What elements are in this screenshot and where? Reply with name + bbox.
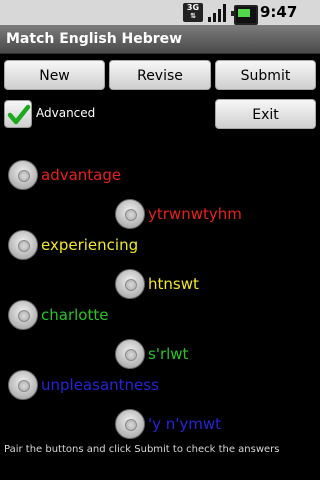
radio-label: htnswt: [148, 275, 199, 293]
radio-button[interactable]: [115, 409, 145, 439]
signal-strength-icon: [207, 3, 227, 22]
radio-button[interactable]: [115, 199, 145, 229]
status-bar: 3G ⇅ 9:47 AM: [0, 0, 320, 46]
network-3g-icon: 3G ⇅: [183, 3, 203, 22]
radio-button[interactable]: [8, 300, 38, 330]
submit-button[interactable]: Submit: [215, 60, 316, 90]
new-button[interactable]: New: [4, 60, 105, 90]
radio-button[interactable]: [8, 160, 38, 190]
radio-label: advantage: [41, 166, 122, 184]
radio-label: unpleasantness: [41, 376, 159, 394]
radio-label: experiencing: [41, 236, 139, 254]
radio-label: charlotte: [41, 306, 109, 324]
checkmark-icon: [7, 104, 31, 125]
radio-button[interactable]: [8, 230, 38, 260]
battery-icon: [231, 5, 258, 25]
advanced-label: Advanced: [36, 106, 96, 120]
radio-label: ytrwnwtyhm: [148, 205, 242, 223]
data-arrows-icon: ⇅: [190, 12, 196, 20]
network-type-label: 3G: [186, 3, 200, 12]
radio-button[interactable]: [115, 269, 145, 299]
radio-label: s'rlwt: [148, 345, 189, 363]
revise-button[interactable]: Revise: [109, 60, 211, 90]
radio-button[interactable]: [8, 370, 38, 400]
radio-label: 'y n'ymwt: [148, 415, 222, 433]
title-bar: Match English Hebrew: [0, 25, 320, 54]
status-time: 9:47 AM: [260, 3, 298, 46]
exit-button[interactable]: Exit: [215, 99, 316, 129]
app-title: Match English Hebrew: [6, 31, 183, 47]
instructions-text: Pair the buttons and click Submit to che…: [4, 444, 280, 455]
radio-button[interactable]: [115, 339, 145, 369]
advanced-checkbox[interactable]: [4, 100, 32, 128]
